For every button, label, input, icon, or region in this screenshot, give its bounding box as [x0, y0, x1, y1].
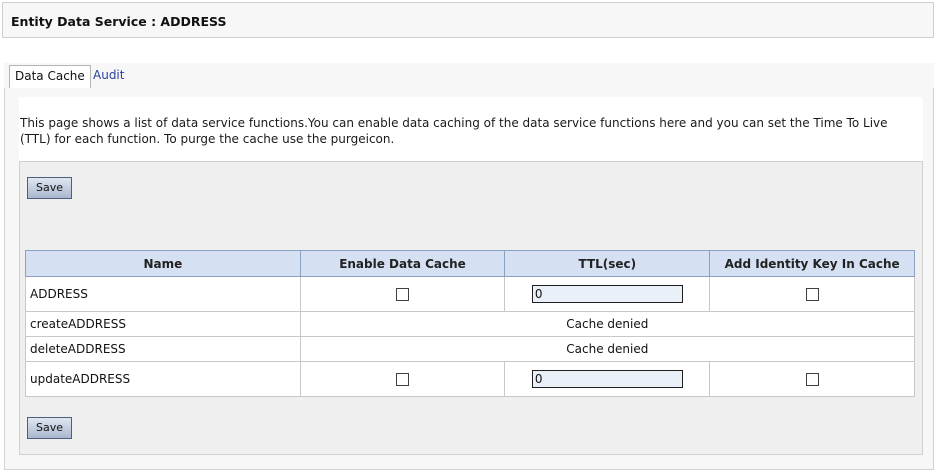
column-header-add-identity-key: Add Identity Key In Cache [709, 250, 915, 277]
function-name: deleteADDRESS [25, 336, 301, 362]
cache-form: Save Name Enable Data Cache TTL(sec) Add… [19, 161, 923, 455]
identity-key-cell [709, 276, 915, 312]
ttl-input[interactable]: 0 [531, 285, 683, 303]
column-header-ttl: TTL(sec) [504, 250, 711, 277]
function-name: updateADDRESS [25, 361, 301, 397]
description-text: This page shows a list of data service f… [20, 116, 888, 146]
column-header-name: Name [25, 250, 301, 277]
function-name: ADDRESS [25, 276, 301, 312]
tab-audit[interactable]: Audit [88, 65, 129, 87]
ttl-cell: 0 [504, 276, 711, 312]
functions-table: Name Enable Data Cache TTL(sec) Add Iden… [25, 250, 916, 397]
save-button-bottom[interactable]: Save [27, 417, 72, 439]
table-row: deleteADDRESS Cache denied [25, 336, 916, 362]
ttl-cell: 0 [504, 361, 711, 397]
identity-key-cell [709, 361, 915, 397]
add-identity-key-checkbox[interactable] [805, 288, 819, 301]
tab-data-cache[interactable]: Data Cache [9, 65, 91, 89]
table-row: createADDRESS Cache denied [25, 311, 916, 337]
column-header-enable-cache: Enable Data Cache [299, 250, 506, 277]
ttl-input[interactable]: 0 [531, 370, 683, 388]
add-identity-key-checkbox[interactable] [805, 373, 819, 386]
enable-cache-checkbox[interactable] [396, 288, 410, 301]
description-box: This page shows a list of data service f… [19, 97, 923, 161]
page-title: Entity Data Service : ADDRESS [11, 14, 227, 29]
enable-cache-checkbox[interactable] [396, 373, 410, 386]
cache-status: Cache denied [299, 311, 916, 337]
table-header-row: Name Enable Data Cache TTL(sec) Add Iden… [25, 250, 915, 277]
cache-status: Cache denied [299, 336, 916, 362]
table-row: updateADDRESS 0 [25, 361, 915, 397]
save-button-top[interactable]: Save [27, 177, 72, 199]
function-name: createADDRESS [25, 311, 301, 337]
enable-cache-cell [299, 361, 506, 397]
table-row: ADDRESS 0 [25, 276, 915, 312]
tab-strip: Data Cache Audit [4, 63, 934, 89]
page-header: Entity Data Service : ADDRESS [2, 2, 934, 38]
enable-cache-cell [299, 276, 506, 312]
tab-panel: This page shows a list of data service f… [4, 88, 934, 470]
